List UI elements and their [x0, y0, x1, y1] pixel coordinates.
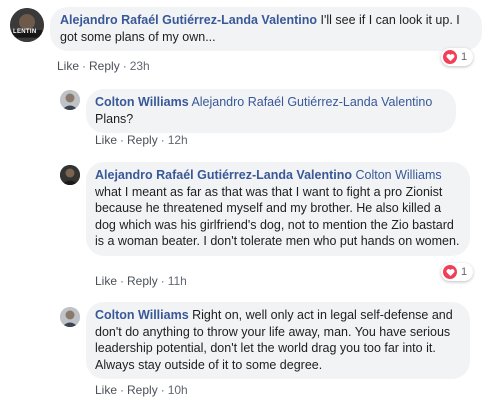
avatar-image — [60, 165, 80, 185]
avatar[interactable] — [60, 90, 80, 110]
like-link[interactable]: Like — [95, 274, 117, 288]
avatar[interactable] — [60, 165, 80, 185]
comment-text: what I meant as far as that was that I w… — [95, 184, 460, 249]
timestamp[interactable]: 12h — [168, 133, 188, 147]
comment-actions: Like · Reply · 23h — [57, 59, 150, 73]
reply-link[interactable]: Reply — [127, 133, 158, 147]
comment-bubble: Colton Williams Alejandro Rafaél Gutiérr… — [86, 89, 456, 133]
timestamp[interactable]: 11h — [168, 274, 187, 288]
like-link[interactable]: Like — [57, 59, 79, 73]
comment-text: Plans? — [95, 111, 134, 126]
comment-bubble: Colton Williams Right on, well only act … — [86, 302, 470, 379]
separator: · — [120, 383, 125, 397]
like-link[interactable]: Like — [95, 133, 117, 147]
reply-link[interactable]: Reply — [127, 383, 158, 397]
comment-author[interactable]: Colton Williams — [95, 95, 189, 109]
separator: · — [120, 133, 125, 147]
separator: · — [160, 274, 165, 288]
reaction-count: 1 — [461, 51, 468, 63]
timestamp[interactable]: 23h — [130, 59, 150, 73]
comment-actions: Like · Reply · 11h — [95, 274, 187, 288]
comment-author[interactable]: Alejandro Rafaél Gutiérrez-Landa Valenti… — [95, 168, 352, 182]
reaction-badge[interactable]: 1 — [441, 263, 474, 281]
reply-link[interactable]: Reply — [89, 59, 120, 73]
avatar[interactable] — [60, 307, 80, 327]
comment-actions: Like · Reply · 12h — [95, 133, 188, 147]
comment-bubble: Alejandro Rafaél Gutiérrez-Landa Valenti… — [50, 7, 482, 51]
separator: · — [160, 383, 165, 397]
comment-author[interactable]: Colton Williams — [95, 308, 189, 322]
avatar-image — [10, 8, 44, 42]
reply-link[interactable]: Reply — [127, 274, 158, 288]
reaction-count: 1 — [461, 266, 468, 278]
avatar-text: LENTIN — [13, 29, 37, 35]
reaction-badge[interactable]: 1 — [441, 48, 474, 66]
avatar-image — [60, 307, 80, 327]
timestamp[interactable]: 10h — [168, 383, 188, 397]
comment-author[interactable]: Alejandro Rafaél Gutiérrez-Landa Valenti… — [60, 13, 317, 27]
separator: · — [122, 59, 127, 73]
comment-actions: Like · Reply · 10h — [95, 383, 188, 397]
separator: · — [160, 133, 165, 147]
separator: · — [120, 274, 125, 288]
like-link[interactable]: Like — [95, 383, 117, 397]
avatar-image — [60, 90, 80, 110]
comment-mention[interactable]: Colton Williams — [356, 168, 442, 182]
comment-bubble: Alejandro Rafaél Gutiérrez-Landa Valenti… — [86, 162, 470, 256]
separator: · — [82, 59, 87, 73]
heart-icon — [443, 265, 457, 279]
heart-icon — [443, 50, 457, 64]
comment-mention[interactable]: Alejandro Rafaél Gutiérrez-Landa Valenti… — [191, 95, 432, 109]
avatar[interactable]: LENTIN — [10, 8, 44, 42]
